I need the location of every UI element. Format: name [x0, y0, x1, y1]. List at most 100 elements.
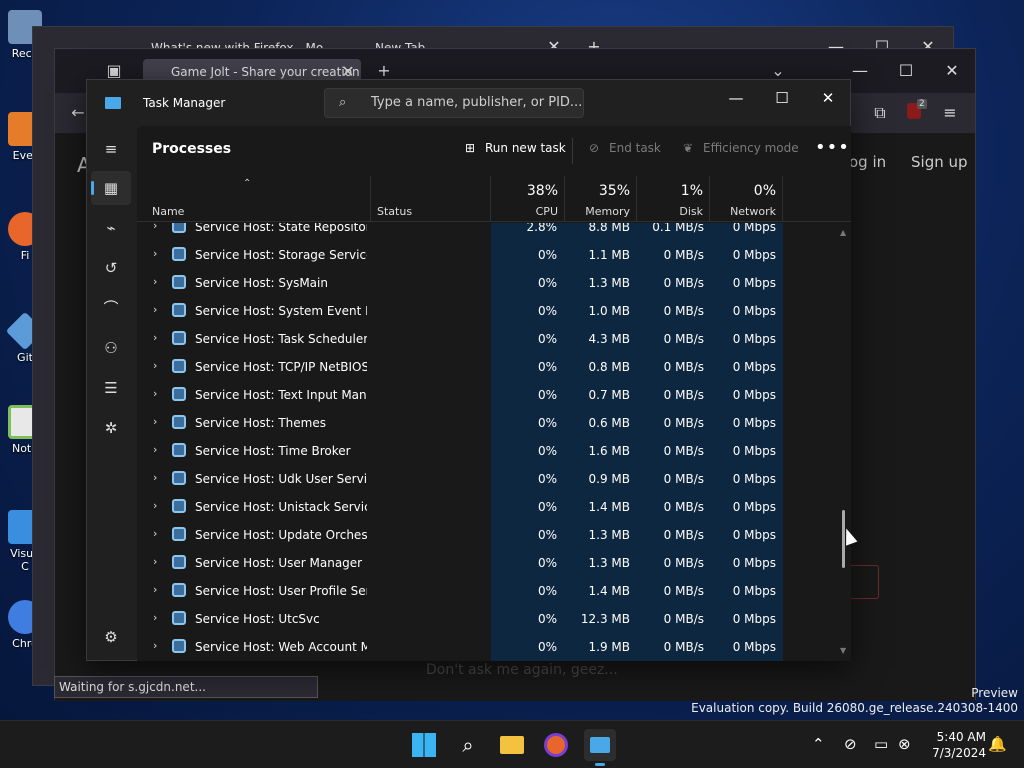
dont-ask-again-link[interactable]: Don't ask me again, geez...: [426, 662, 618, 678]
process-row[interactable]: › Service Host: SysMain 0% 1.3 MB 0 MB/s 0 Mb…: [137, 269, 837, 297]
process-disk: 0 MB/s: [663, 388, 704, 402]
close-icon[interactable]: ✕: [805, 84, 851, 114]
column-header-memory[interactable]: 35% Memory: [565, 176, 637, 222]
process-row[interactable]: › Service Host: TCP/IP NetBIOS ... 0% 0.8 M…: [137, 353, 837, 381]
scrollbar-track[interactable]: [838, 224, 846, 656]
nav-startup-apps-icon[interactable]: ⌒: [91, 291, 131, 325]
process-row[interactable]: › Service Host: UtcSvc 0% 12.3 MB 0 MB/s 0 Mb…: [137, 605, 837, 633]
firefox-icon: [544, 733, 568, 757]
maximize-icon[interactable]: ☐: [883, 61, 929, 80]
process-disk: 0 MB/s: [663, 332, 704, 346]
column-header-cpu[interactable]: 38% CPU: [491, 176, 565, 222]
maximize-icon[interactable]: ☐: [759, 84, 805, 114]
end-task-button[interactable]: ⊘ End task: [585, 141, 661, 155]
process-name: Service Host: Storage Service: [195, 248, 367, 262]
close-icon[interactable]: ✕: [929, 61, 975, 80]
expand-chevron-icon[interactable]: ›: [153, 359, 157, 372]
process-row[interactable]: › Service Host: Storage Service 0% 1.1 MB 0 …: [137, 241, 837, 269]
process-row[interactable]: › Service Host: Themes 0% 0.6 MB 0 MB/s 0 Mbp…: [137, 409, 837, 437]
column-header-name[interactable]: ⌃ Name: [137, 176, 371, 222]
header-percent: 38%: [526, 183, 558, 199]
nav-details-icon[interactable]: ☰: [91, 371, 131, 405]
expand-chevron-icon[interactable]: ›: [153, 387, 157, 400]
process-list[interactable]: › Service Host: State Repository ... 2.8% 8…: [137, 223, 851, 661]
scroll-down-arrow-icon[interactable]: ▼: [840, 646, 846, 655]
expand-chevron-icon[interactable]: ›: [153, 471, 157, 484]
process-row[interactable]: › Service Host: State Repository ... 2.8% 8…: [137, 223, 837, 241]
minimize-icon[interactable]: —: [837, 61, 883, 80]
header-label: Status: [377, 205, 413, 218]
expand-chevron-icon[interactable]: ›: [153, 415, 157, 428]
process-memory: 0.6 MB: [588, 416, 630, 430]
expand-chevron-icon[interactable]: ›: [153, 303, 157, 316]
process-disk: 0 MB/s: [663, 556, 704, 570]
nav-services-icon[interactable]: ✲: [91, 411, 131, 445]
page-title: Processes: [152, 141, 232, 157]
expand-chevron-icon[interactable]: ›: [153, 555, 157, 568]
hamburger-menu-icon[interactable]: ≡: [91, 132, 131, 166]
network-icon[interactable]: ⊘: [844, 735, 857, 753]
process-disk: 0 MB/s: [663, 472, 704, 486]
display-icon[interactable]: ▭: [874, 735, 888, 753]
process-row[interactable]: › Service Host: User Manager 0% 1.3 MB 0 MB/…: [137, 549, 837, 577]
expand-chevron-icon[interactable]: ›: [153, 443, 157, 456]
start-button[interactable]: [408, 729, 440, 761]
menu-icon[interactable]: ≡: [927, 103, 973, 122]
process-row[interactable]: › Service Host: Task Scheduler 0% 4.3 MB 0 M…: [137, 325, 837, 353]
column-header-status[interactable]: Status: [371, 176, 491, 222]
settings-gear-icon[interactable]: ⚙: [91, 620, 131, 654]
expand-chevron-icon[interactable]: ›: [153, 247, 157, 260]
process-disk: 0 MB/s: [663, 500, 704, 514]
firefox-taskbar-button[interactable]: [540, 729, 572, 761]
header-percent: 35%: [598, 183, 630, 199]
process-row[interactable]: › Service Host: Time Broker 0% 1.6 MB 0 MB/s…: [137, 437, 837, 465]
more-options-icon[interactable]: •••: [815, 137, 850, 158]
column-header-network[interactable]: 0% Network: [710, 176, 783, 222]
column-header-disk[interactable]: 1% Disk: [637, 176, 710, 222]
firefox-view-icon[interactable]: ▣: [91, 61, 137, 80]
sort-ascending-icon: ⌃: [243, 178, 252, 189]
process-row[interactable]: › Service Host: User Profile Servi... 0% 1.…: [137, 577, 837, 605]
process-row[interactable]: › Service Host: Udk User Service... 0% 0.9 …: [137, 465, 837, 493]
efficiency-mode-button[interactable]: ❦ Efficiency mode: [679, 141, 799, 155]
button-label: Efficiency mode: [703, 141, 799, 155]
nav-processes-icon[interactable]: ▦: [91, 171, 131, 205]
process-cpu: 0%: [537, 472, 557, 486]
expand-chevron-icon[interactable]: ›: [153, 639, 157, 652]
nav-performance-icon[interactable]: ⌁: [91, 211, 131, 245]
expand-chevron-icon[interactable]: ›: [153, 583, 157, 596]
new-tab-icon[interactable]: +: [361, 61, 407, 80]
list-tabs-icon[interactable]: ⌄: [755, 61, 801, 80]
search-icon[interactable]: ⌕: [452, 729, 484, 761]
expand-chevron-icon[interactable]: ›: [153, 331, 157, 344]
file-explorer-button[interactable]: [496, 729, 528, 761]
nav-app-history-icon[interactable]: ↺: [91, 251, 131, 285]
system-clock[interactable]: 5:40 AM 7/3/2024: [932, 729, 986, 761]
process-row[interactable]: › Service Host: Text Input Mana... 0% 0.7 M…: [137, 381, 837, 409]
minimize-icon[interactable]: —: [713, 84, 759, 114]
volume-icon[interactable]: ⊗: [898, 735, 911, 753]
nav-users-icon[interactable]: ⚇: [91, 331, 131, 365]
signup-link[interactable]: Sign up: [911, 153, 968, 171]
login-link[interactable]: og in: [849, 153, 886, 171]
expand-chevron-icon[interactable]: ›: [153, 275, 157, 288]
windows-logo-icon: [412, 733, 436, 757]
scroll-up-arrow-icon[interactable]: ▲: [840, 228, 846, 237]
process-row[interactable]: › Service Host: System Event No... 0% 1.0 M…: [137, 297, 837, 325]
task-manager-window[interactable]: Task Manager ⌕ Type a name, publisher, o…: [86, 79, 851, 661]
run-new-task-button[interactable]: ⊞ Run new task: [461, 141, 566, 155]
search-box[interactable]: ⌕ Type a name, publisher, or PID...: [324, 88, 584, 118]
process-memory: 1.4 MB: [588, 584, 630, 598]
process-disk: 0 MB/s: [663, 248, 704, 262]
expand-chevron-icon[interactable]: ›: [153, 499, 157, 512]
watermark-line: Evaluation copy. Build 26080.ge_release.…: [691, 701, 1018, 715]
process-row[interactable]: › Service Host: Web Account M... 0% 1.9 MB 0…: [137, 633, 837, 661]
task-manager-taskbar-button[interactable]: [584, 729, 616, 766]
process-row[interactable]: › Service Host: Update Orchestr... 0% 1.3 M…: [137, 521, 837, 549]
show-hidden-icons-chevron-icon[interactable]: ⌃: [812, 735, 825, 753]
expand-chevron-icon[interactable]: ›: [153, 611, 157, 624]
notification-bell-icon[interactable]: 🔔: [988, 735, 1007, 753]
process-row[interactable]: › Service Host: Unistack Service ... 0% 1.4…: [137, 493, 837, 521]
expand-chevron-icon[interactable]: ›: [153, 223, 157, 232]
expand-chevron-icon[interactable]: ›: [153, 527, 157, 540]
